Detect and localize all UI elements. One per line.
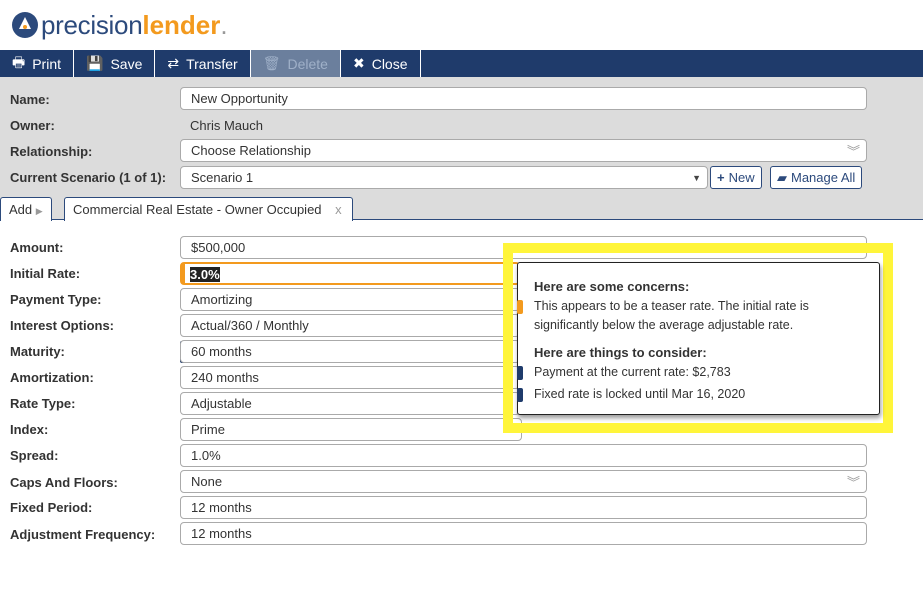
logo-dot: . (220, 9, 228, 40)
double-chevron-down-icon: ︾ (846, 144, 860, 159)
spread-input[interactable]: 1.0% (180, 444, 867, 467)
plus-icon: + (717, 170, 725, 185)
save-button[interactable]: 💾 Save (74, 50, 156, 77)
caret-right-icon: ▶ (35, 206, 43, 216)
amortization-input[interactable]: 240 months (180, 366, 520, 389)
owner-value: Chris Mauch (190, 118, 263, 133)
tab-commercial-real-estate[interactable]: Commercial Real Estate - Owner Occupied … (64, 197, 353, 221)
print-button[interactable]: 🖶 Print (0, 50, 75, 77)
opportunity-header: Name: New Opportunity Owner: Chris Mauch… (0, 77, 923, 221)
amount-label: Amount: (10, 240, 64, 255)
warning-marker-icon (517, 300, 523, 314)
close-icon: ✖ (352, 55, 365, 71)
adjustment-frequency-input[interactable]: 12 months (180, 522, 867, 545)
caps-floors-label: Caps And Floors: (10, 475, 118, 490)
folder-icon: ▰ (777, 169, 787, 185)
consider-heading: Here are things to consider: (534, 345, 707, 360)
concern-item: This appears to be a teaser rate. The in… (517, 297, 863, 335)
transfer-icon: ⇄ (167, 55, 180, 71)
double-chevron-down-icon: ︾ (846, 475, 860, 490)
rate-type-label: Rate Type: (10, 396, 76, 411)
logo: precision lender. (12, 8, 228, 42)
interest-options-label: Interest Options: (10, 318, 115, 333)
logo-text: precision (41, 9, 143, 40)
name-input[interactable]: New Opportunity (180, 87, 867, 110)
scenario-label: Current Scenario (1 of 1): (10, 170, 167, 185)
relationship-select[interactable]: Choose Relationship ︾ (180, 139, 867, 162)
owner-label: Owner: (10, 118, 55, 133)
relationship-label: Relationship: (10, 144, 93, 159)
toolbar: 🖶 Print 💾 Save ⇄ Transfer 🗑 Delete ✖ Close (0, 50, 923, 77)
initial-rate-label: Initial Rate: (10, 266, 81, 281)
manage-all-button[interactable]: ▰ Manage All (770, 166, 863, 189)
transfer-button[interactable]: ⇄ Transfer (155, 50, 251, 77)
amortization-label: Amortization: (10, 370, 94, 385)
interest-options-select[interactable]: Actual/360 / Monthly (180, 314, 520, 337)
add-tab[interactable]: Add ▶ (0, 197, 52, 221)
rate-type-select[interactable]: Adjustable (180, 392, 520, 415)
adjustment-frequency-label: Adjustment Frequency: (10, 527, 156, 542)
concerns-heading: Here are some concerns: (534, 279, 690, 294)
new-scenario-button[interactable]: + New (710, 166, 762, 189)
name-label: Name: (10, 92, 50, 107)
scenario-select[interactable]: Scenario 1 ▼ (180, 166, 708, 189)
logo-mark-icon (12, 12, 38, 38)
fixed-period-input[interactable]: 12 months (180, 496, 867, 519)
delete-button[interactable]: 🗑 Delete (250, 50, 341, 77)
caret-down-icon: ▼ (692, 173, 701, 183)
printer-icon: 🖶 (12, 53, 26, 70)
payment-type-select[interactable]: Amortizing (180, 288, 520, 311)
consider-item: Payment at the current rate: $2,783 (517, 363, 863, 382)
logo-text-accent: lender (142, 9, 221, 40)
close-button[interactable]: ✖ Close (341, 50, 421, 77)
fixed-period-label: Fixed Period: (10, 500, 93, 515)
trash-icon: 🗑 (262, 55, 281, 71)
floppy-icon: 💾 (86, 55, 104, 71)
consider-item: Fixed rate is locked until Mar 16, 2020 (517, 385, 863, 404)
maturity-input[interactable]: 60 months (180, 340, 520, 363)
maturity-label: Maturity: (10, 344, 65, 359)
info-marker-icon (517, 388, 523, 402)
spread-label: Spread: (10, 448, 59, 463)
close-tab-icon[interactable]: x (335, 202, 342, 217)
rate-tooltip: Here are some concerns: This appears to … (517, 262, 880, 415)
info-marker-icon (517, 366, 523, 380)
caps-floors-select[interactable]: None ︾ (180, 470, 867, 493)
index-select[interactable]: Prime (180, 418, 522, 441)
payment-type-label: Payment Type: (10, 292, 102, 307)
index-label: Index: (10, 422, 49, 437)
initial-rate-input[interactable]: 3.0% (180, 262, 520, 285)
